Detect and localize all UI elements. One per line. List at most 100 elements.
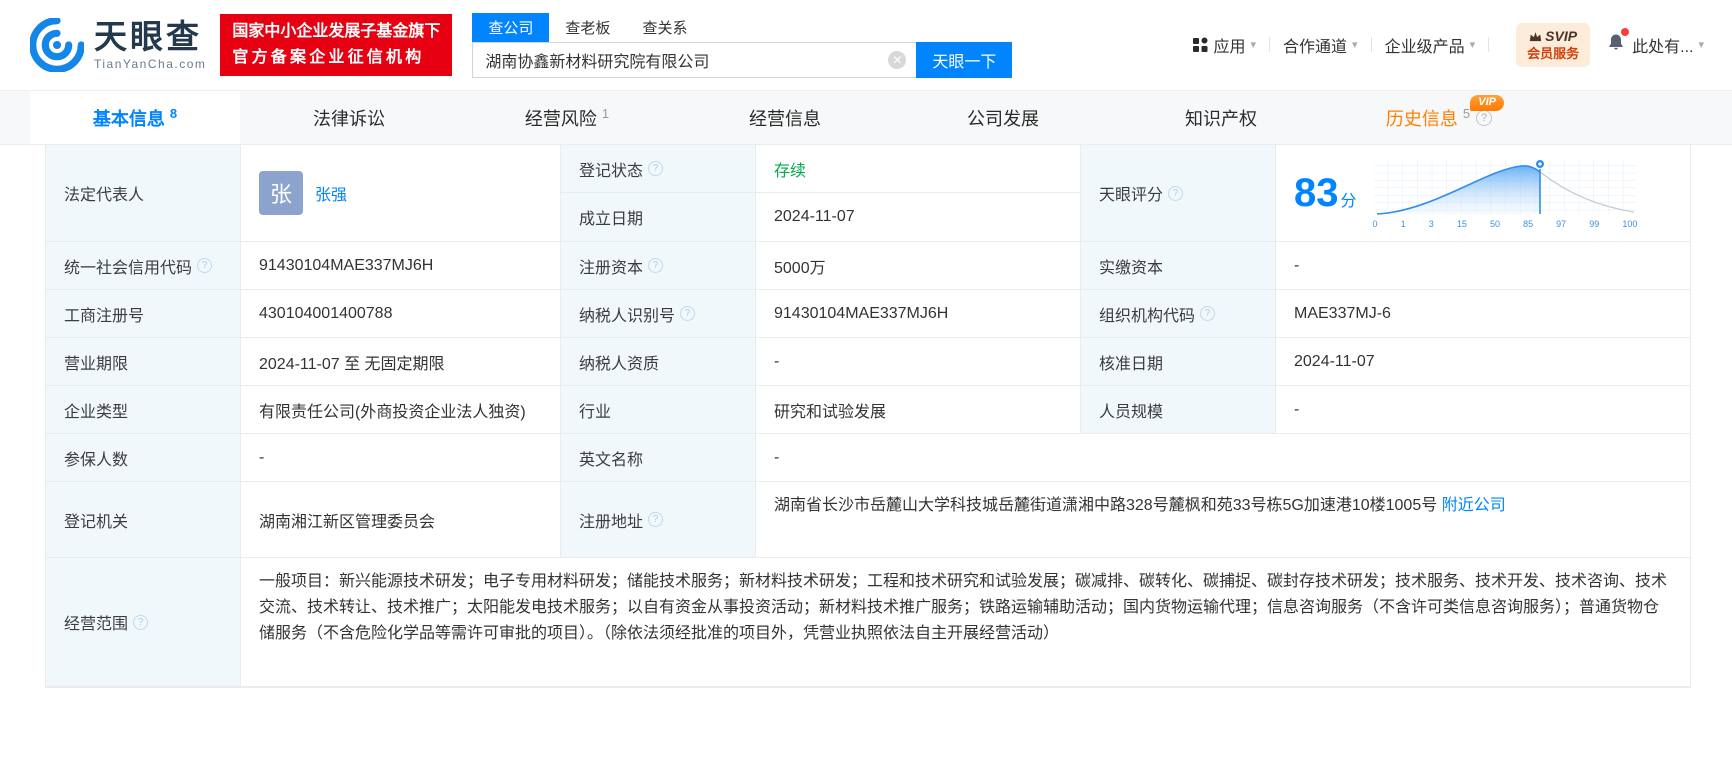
field-value: 湖南省长沙市岳麓山大学科技城岳麓街道潇湘中路328号麓枫和苑33号栋5G加速港1… xyxy=(774,497,1438,514)
field-value: 有限责任公司(外商投资企业法人独资) xyxy=(259,403,526,421)
field-label: 天眼评分 xyxy=(1099,187,1164,204)
help-icon[interactable]: ? xyxy=(648,258,664,273)
company-type-value-cell: 有限责任公司(外商投资企业法人独资) xyxy=(241,386,561,434)
reg-status-label-cell: 登记状态 ? xyxy=(561,145,756,193)
field-value: 91430104MAE337MJ6H xyxy=(774,304,949,322)
help-icon[interactable]: ? xyxy=(648,512,664,527)
field-label: 注册地址 xyxy=(579,513,644,531)
reg-authority-value-cell: 湖南湘江新区管理委员会 xyxy=(241,482,561,558)
help-icon[interactable]: ? xyxy=(197,258,213,273)
score-unit: 分 xyxy=(1340,193,1357,210)
score-axis-tick: 100 xyxy=(1622,218,1638,229)
tab-count: 8 xyxy=(169,106,178,121)
field-value: 研究和试验发展 xyxy=(774,403,887,421)
search-tab-relation[interactable]: 查关系 xyxy=(626,13,703,42)
establish-date-label-cell: 成立日期 xyxy=(561,193,756,242)
chevron-down-icon: ▾ xyxy=(1698,39,1704,52)
tab-count: 1 xyxy=(601,106,610,121)
field-label: 登记状态 xyxy=(579,162,644,180)
field-label: 核准日期 xyxy=(1099,355,1164,373)
field-value: - xyxy=(1294,400,1300,418)
nav-separator xyxy=(1269,37,1271,53)
help-icon[interactable]: ? xyxy=(1168,185,1184,201)
nav-enterprise-label: 企业级产品 xyxy=(1384,38,1465,56)
industry-value-cell: 研究和试验发展 xyxy=(756,386,1081,434)
field-label: 纳税人资质 xyxy=(579,355,660,373)
clear-icon[interactable]: ✕ xyxy=(888,50,907,69)
svip-member-badge[interactable]: SVIP 会员服务 xyxy=(1516,23,1591,67)
search-block: 查公司 查老板 查关系 ✕ 天眼一下 xyxy=(472,12,1013,78)
brand-domain: TianYanCha.com xyxy=(94,56,207,71)
business-scope-value-cell: 一般项目：新兴能源技术研发；电子专用材料研发；储能技术服务；新材料技术研发；工程… xyxy=(241,558,1691,687)
tab-operation-info[interactable]: 经营信息 xyxy=(676,91,894,144)
tab-legal-proceedings[interactable]: 法律诉讼 xyxy=(240,91,458,144)
staff-size-label-cell: 人员规模 xyxy=(1081,386,1276,434)
search-input-wrap: ✕ xyxy=(472,41,917,78)
nav-item-enterprise[interactable]: 企业级产品 ▾ xyxy=(1385,33,1476,57)
nav-item-apps[interactable]: 应用 ▾ xyxy=(1192,33,1256,57)
help-icon[interactable]: ? xyxy=(133,614,149,630)
tab-operation-risk[interactable]: 经营风险 1 xyxy=(458,91,676,144)
tab-basic-info[interactable]: 基本信息 8 xyxy=(30,91,240,144)
search-input[interactable] xyxy=(473,50,917,69)
score-axis-tick: 97 xyxy=(1556,218,1567,229)
help-icon[interactable]: ? xyxy=(680,306,696,321)
insured-count-value-cell: - xyxy=(241,434,561,482)
tab-company-development[interactable]: 公司发展 xyxy=(894,91,1112,144)
svip-service-label: 会员服务 xyxy=(1527,45,1580,61)
field-value: - xyxy=(774,352,780,370)
tianyancha-logo-icon xyxy=(30,18,84,72)
reg-number-label-cell: 工商注册号 xyxy=(46,290,241,338)
chevron-down-icon: ▾ xyxy=(1469,39,1476,52)
tab-history-info[interactable]: VIP 历史信息 5 ? xyxy=(1330,91,1548,144)
basic-info-table: 法定代表人 张 张强 登记状态 ? 存续 天眼评分 ? 83 分 0 1 3 1… xyxy=(45,145,1691,688)
score-axis-tick: 85 xyxy=(1523,218,1534,229)
reg-address-label-cell: 注册地址 ? xyxy=(561,482,756,558)
english-name-label-cell: 英文名称 xyxy=(561,434,756,482)
nearby-companies-link[interactable]: 附近公司 xyxy=(1442,497,1506,514)
field-label: 人员规模 xyxy=(1099,403,1164,421)
search-button[interactable]: 天眼一下 xyxy=(916,41,1013,78)
tianyancha-logo[interactable]: 天眼查 TianYanCha.com xyxy=(30,18,206,72)
header-nav: 应用 ▾ 合作通道 ▾ 企业级产品 ▾ SVIP 会员服务 此处有... ▾ xyxy=(1192,23,1704,67)
reg-address-value-cell: 湖南省长沙市岳麓山大学科技城岳麓街道潇湘中路328号麓枫和苑33号栋5G加速港1… xyxy=(756,482,1691,558)
score-axis-tick: 1 xyxy=(1400,218,1406,229)
score-distribution-chart: 0 1 3 15 50 85 97 99 100 xyxy=(1373,158,1638,229)
notifications-button[interactable] xyxy=(1606,28,1630,58)
search-tab-boss[interactable]: 查老板 xyxy=(549,13,626,42)
crown-icon xyxy=(1529,31,1542,41)
chevron-down-icon: ▾ xyxy=(1250,39,1257,52)
field-label: 行业 xyxy=(579,403,612,421)
nav-item-partner[interactable]: 合作通道 ▾ xyxy=(1283,33,1358,57)
taxpayer-quality-label-cell: 纳税人资质 xyxy=(561,338,756,386)
reg-status-value-cell: 存续 xyxy=(756,145,1081,193)
company-type-label-cell: 企业类型 xyxy=(46,386,241,434)
business-term-label-cell: 营业期限 xyxy=(46,338,241,386)
nav-item-more[interactable]: 此处有... ▾ xyxy=(1632,33,1704,57)
insured-count-label-cell: 参保人数 xyxy=(46,434,241,482)
chevron-down-icon: ▾ xyxy=(1352,39,1358,52)
help-icon[interactable]: ? xyxy=(1476,109,1493,126)
field-value: - xyxy=(774,448,780,466)
help-icon[interactable]: ? xyxy=(648,161,664,176)
nav-more-label: 此处有... xyxy=(1632,38,1694,56)
legal-rep-link[interactable]: 张强 xyxy=(315,181,347,205)
apps-grid-icon xyxy=(1193,37,1208,52)
field-value: 430104001400788 xyxy=(259,304,393,322)
avatar: 张 xyxy=(259,171,303,215)
business-scope-label-cell: 经营范围 ? xyxy=(46,558,241,687)
legal-rep-value-cell: 张 张强 xyxy=(241,145,561,242)
notification-dot xyxy=(1621,28,1630,37)
field-value: 5000万 xyxy=(774,259,826,277)
search-tab-company[interactable]: 查公司 xyxy=(472,12,550,42)
credit-code-value-cell: 91430104MAE337MJ6H xyxy=(241,242,561,290)
field-value: - xyxy=(259,448,265,466)
field-label: 工商注册号 xyxy=(64,307,145,325)
field-label: 统一社会信用代码 xyxy=(64,259,193,277)
score-axis-tick: 15 xyxy=(1456,218,1467,229)
taxpayer-quality-value-cell: - xyxy=(756,338,1081,386)
help-icon[interactable]: ? xyxy=(1200,306,1216,321)
tab-count: 5 xyxy=(1462,106,1471,121)
tab-intellectual-property[interactable]: 知识产权 xyxy=(1112,91,1330,144)
reg-capital-value-cell: 5000万 xyxy=(756,242,1081,290)
